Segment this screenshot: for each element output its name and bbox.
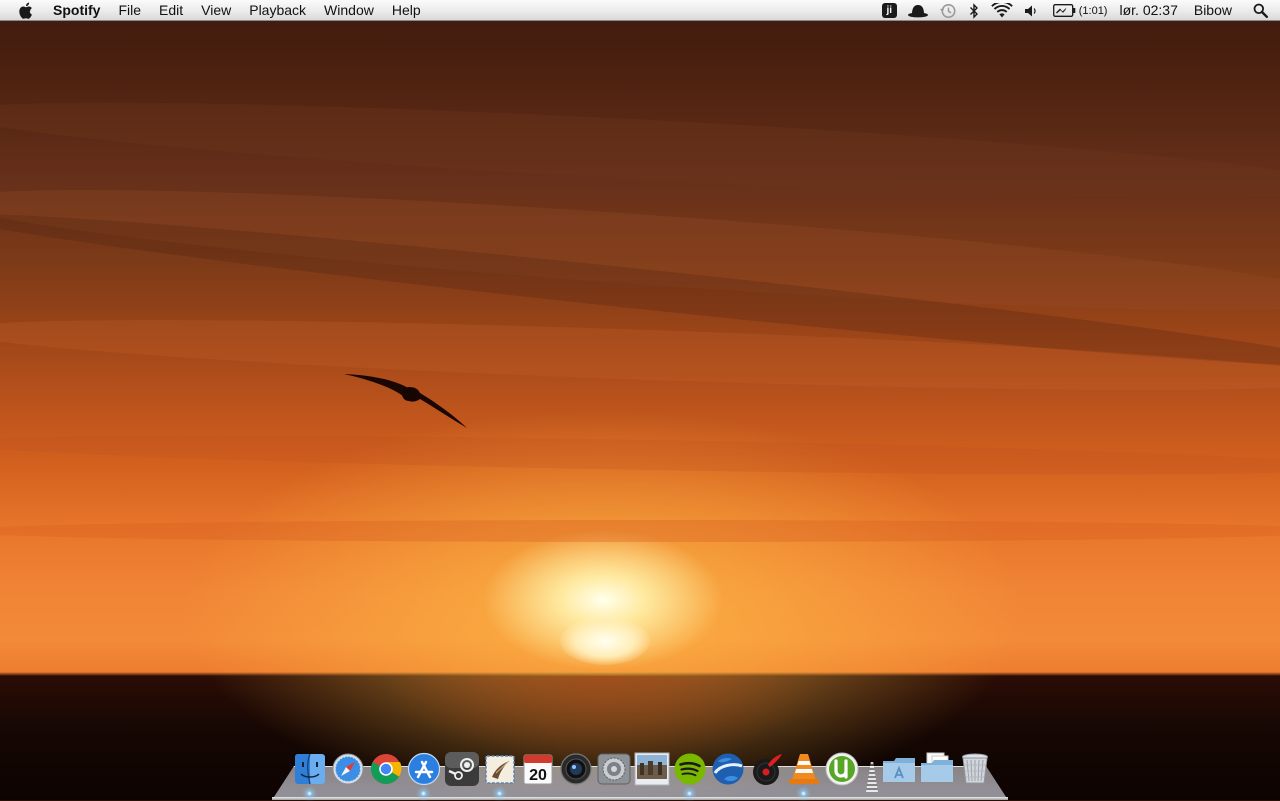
menu-help[interactable]: Help [383,0,430,21]
desktop-wallpaper [0,0,1280,800]
running-indicator [687,791,692,796]
running-indicator [801,791,806,796]
record-icon [753,754,782,785]
dock-stack-documents[interactable] [919,751,955,787]
trash-icon [962,753,988,784]
dock-stack-applications[interactable] [881,751,917,787]
calendar-icon: 20 [523,754,553,785]
dock-item-music-player[interactable] [748,751,784,787]
menu-edit[interactable]: Edit [150,0,192,21]
volume-icon [1024,5,1036,16]
running-indicator [497,791,502,796]
documents-folder-icon [921,752,953,782]
applications-folder-icon [883,758,915,782]
spotlight-status-item[interactable] [1241,0,1280,21]
app-menu-spotify[interactable]: Spotify [45,0,109,21]
menu-window[interactable]: Window [315,0,383,21]
dock-item-finder[interactable] [292,751,328,787]
dock-item-vlc[interactable] [786,751,822,787]
wifi-status-item[interactable] [986,0,1018,21]
dock-item-google-earth[interactable] [710,751,746,787]
menu-bar: Spotify File Edit View Playback Window H… [0,0,1280,21]
cloud-band [0,520,1280,542]
bowler-hat-icon [907,4,928,17]
menu-playback[interactable]: Playback [240,0,315,21]
running-indicator [307,791,312,796]
dock-item-photos[interactable] [634,751,670,787]
battery-time-text: (1:01) [1078,4,1108,17]
app-store-icon [407,752,441,786]
dock-item-steam[interactable] [444,751,480,787]
menu-view[interactable]: View [192,0,240,21]
time-machine-status-item[interactable] [934,0,962,21]
time-machine-icon [939,3,956,18]
menu-file[interactable]: File [109,0,150,21]
dock-item-system-preferences[interactable] [596,751,632,787]
jingit-status-item[interactable]: ji [877,0,902,21]
utorrent-icon [825,752,859,786]
dock-item-photo-booth[interactable] [558,751,594,787]
spotlight-search-icon [1253,3,1268,18]
user-menu[interactable]: Bibow [1185,0,1241,21]
cloud-band [0,427,1280,483]
jingit-icon: ji [881,3,897,18]
dock-item-mail[interactable] [482,751,518,787]
vlc-cone-icon [789,754,819,784]
wifi-icon [990,2,1013,17]
bird-silhouette [344,374,467,428]
user-name: Bibow [1193,2,1232,18]
bluetooth-icon [969,2,978,19]
google-earth-icon [712,753,744,785]
steam-icon [445,752,479,786]
finder-icon [295,753,325,785]
sun-reflection [560,617,650,665]
dock-item-trash[interactable] [957,751,993,787]
dock-item-app-store[interactable] [406,751,442,787]
dock-item-safari[interactable] [330,751,366,787]
spotify-icon [674,753,706,785]
dock-item-calendar[interactable]: 20 [520,751,556,787]
dock-item-spotify[interactable] [672,751,708,787]
chrome-icon [370,754,402,784]
safari-icon [332,753,364,785]
photo-booth-icon [560,753,592,785]
volume-status-item[interactable] [1018,0,1044,21]
bowler-hat-status-item[interactable] [902,0,934,21]
apple-menu[interactable] [0,2,45,19]
apple-logo-icon [19,2,32,19]
clock-status-item[interactable]: lør. 02:37 [1112,0,1184,21]
bluetooth-status-item[interactable] [962,0,986,21]
dock-item-chrome[interactable] [368,751,404,787]
system-preferences-icon [597,753,631,785]
mail-icon [485,755,515,784]
battery-status-item[interactable]: (1:01) [1044,0,1113,21]
calendar-day: 20 [529,767,547,784]
battery-charging-icon [1052,4,1076,17]
dock-item-utorrent[interactable] [824,751,860,787]
photo-stack-icon [634,752,670,786]
running-indicator [421,791,426,796]
clock-text: lør. 02:37 [1119,2,1178,18]
